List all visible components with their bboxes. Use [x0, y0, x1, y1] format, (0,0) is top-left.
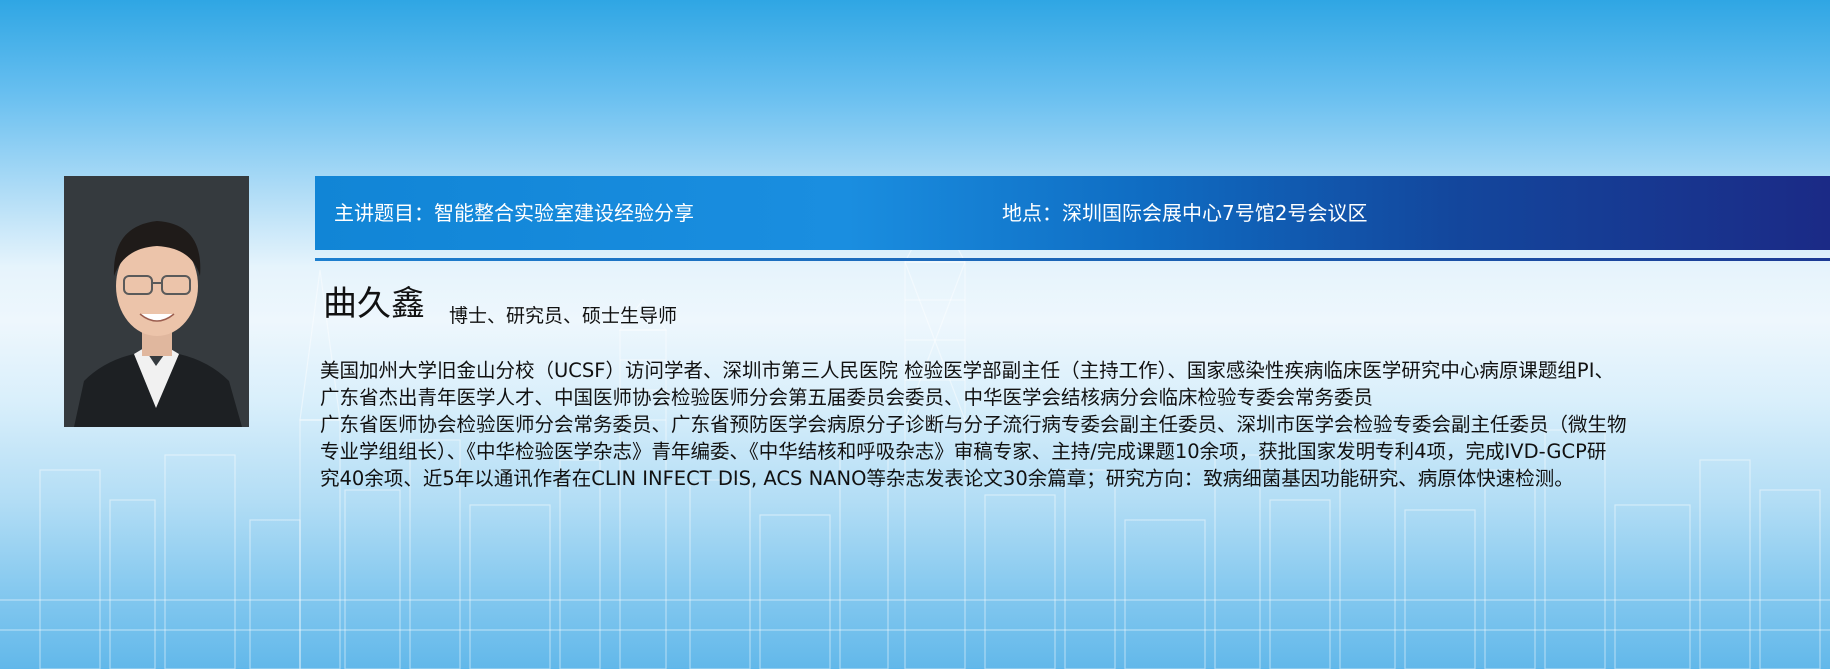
bio-line: 广东省医师协会检验医师分会常务委员、广东省预防医学会病原分子诊断与分子流行病专委… — [320, 413, 1627, 436]
city-skyline-background — [0, 180, 1830, 669]
bio-line: 美国加州大学旧金山分校（UCSF）访问学者、深圳市第三人民医院 检验医学部副主任… — [320, 359, 1614, 382]
speaker-photo — [64, 176, 249, 427]
bio-line: 广东省杰出青年医学人才、中国医师协会检验医师分会第五届委员会委员、中华医学会结核… — [320, 386, 1374, 409]
speaker-card: 主讲题目：智能整合实验室建设经验分享 地点：深圳国际会展中心7号馆2号会议区 曲… — [0, 0, 1830, 669]
speaker-name: 曲久鑫 — [323, 284, 425, 324]
speaker-portrait-image — [64, 176, 249, 427]
bio-line: 究40余项、近5年以通讯作者在CLIN INFECT DIS, ACS NANO… — [320, 467, 1574, 490]
speaker-titles: 博士、研究员、硕士生导师 — [449, 305, 678, 327]
speaker-bio: 美国加州大学旧金山分校（UCSF）访问学者、深圳市第三人民医院 检验医学部副主任… — [320, 357, 1825, 492]
venue-label: 地点：深圳国际会展中心7号馆2号会议区 — [1002, 201, 1368, 225]
topic-banner: 主讲题目：智能整合实验室建设经验分享 地点：深圳国际会展中心7号馆2号会议区 — [315, 176, 1830, 250]
topic-label: 主讲题目：智能整合实验室建设经验分享 — [334, 201, 694, 225]
banner-divider — [315, 258, 1830, 261]
bio-line: 专业学组组长）、《中华检验医学杂志》青年编委、《中华结核和呼吸杂志》审稿专家、主… — [320, 440, 1607, 463]
